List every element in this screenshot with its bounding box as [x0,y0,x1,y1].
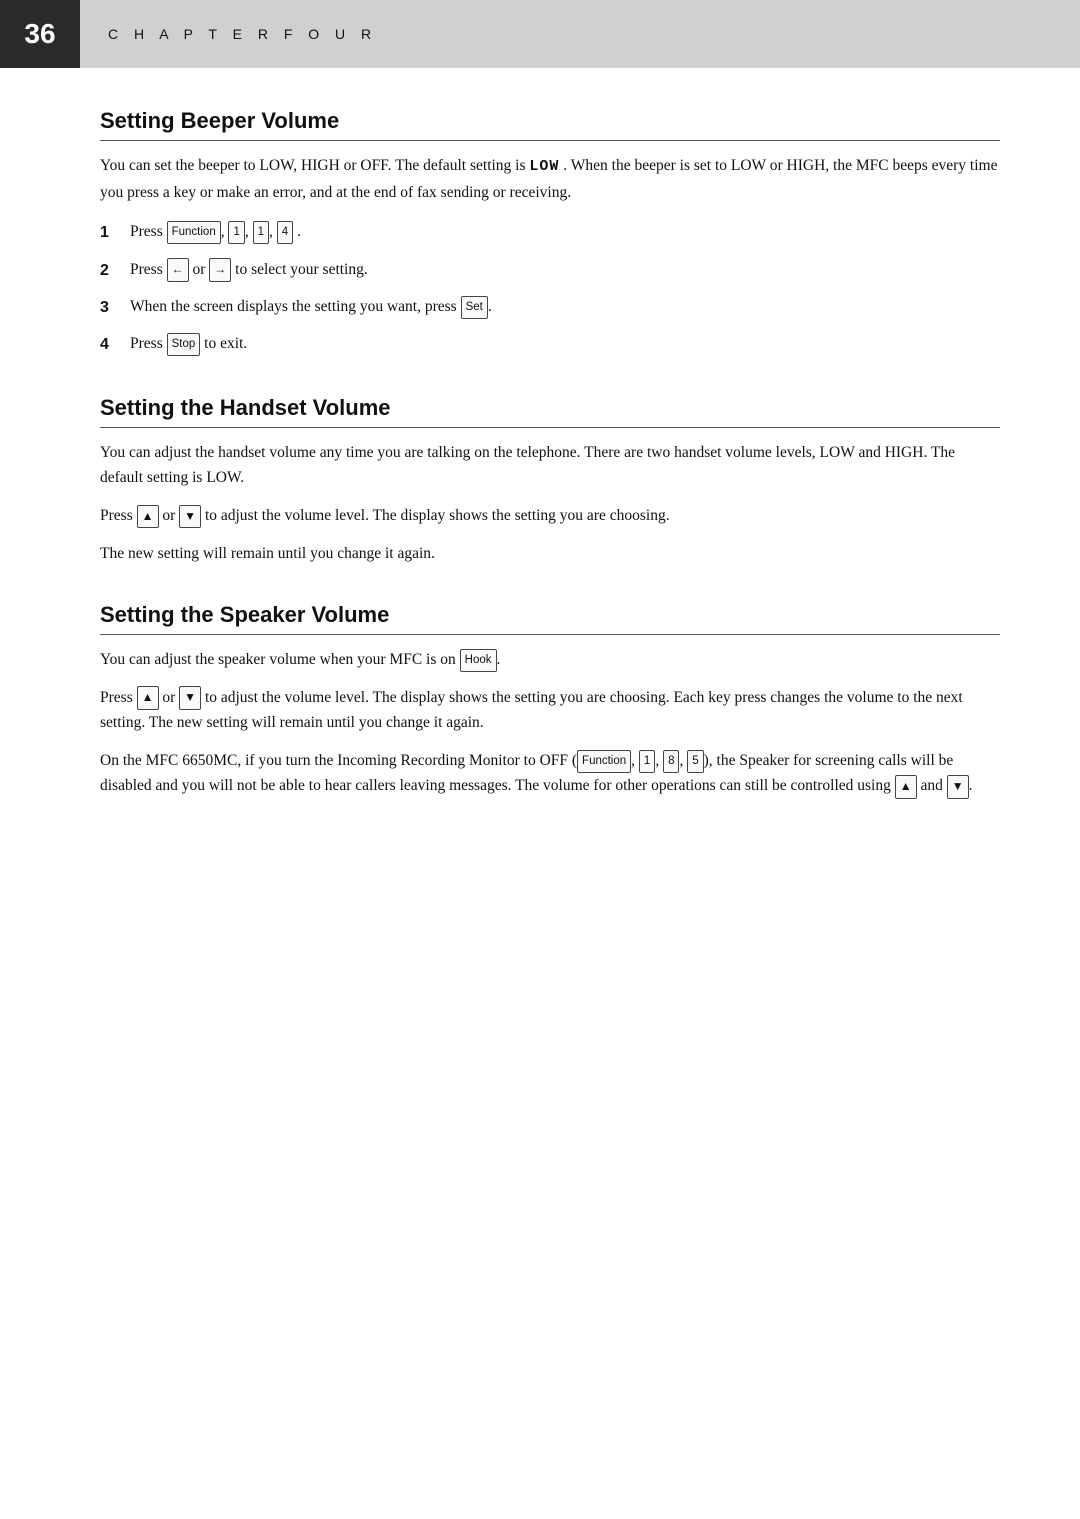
beeper-steps: 1 Press Function, 1, 1, 4 . 2 Press ← or… [100,219,1000,359]
handset-para-2: Press ▲ or ▼ to adjust the volume level.… [100,503,1000,529]
up-arrow-btn-s2: ▲ [895,775,917,799]
down-arrow-btn-s2: ▼ [947,775,969,799]
content-area: Setting Beeper Volume You can set the be… [0,68,1080,895]
and-text: and [921,777,947,794]
step-4: 4 Press Stop to exit. [100,331,1000,358]
function-key-2: Function [577,750,631,773]
hook-key: Hook [460,649,497,672]
chapter-number-text: 36 [24,18,55,50]
step-num-3: 3 [100,294,130,321]
step-4-content: Press Stop to exit. [130,331,247,357]
page: 36 C H A P T E R F O U R Setting Beeper … [0,0,1080,1519]
set-key: Set [461,296,488,319]
key-1c: 1 [639,750,655,773]
beeper-body: You can set the beeper to LOW, HIGH or O… [100,153,1000,359]
speaker-para-1: You can adjust the speaker volume when y… [100,647,1000,673]
step-1-content: Press Function, 1, 1, 4 . [130,219,301,245]
section-beeper: Setting Beeper Volume You can set the be… [100,108,1000,359]
step-1: 1 Press Function, 1, 1, 4 . [100,219,1000,246]
step-2-content: Press ← or → to select your setting. [130,257,368,283]
speaker-para-3: On the MFC 6650MC, if you turn the Incom… [100,748,1000,799]
handset-title: Setting the Handset Volume [100,395,1000,428]
function-key: Function [167,221,221,244]
down-arrow-btn-h: ▼ [179,505,201,529]
header-bar: 36 C H A P T E R F O U R [0,0,1080,68]
beeper-intro: You can set the beeper to LOW, HIGH or O… [100,153,1000,205]
speaker-para-2: Press ▲ or ▼ to adjust the volume level.… [100,685,1000,736]
right-arrow-btn: → [209,258,231,282]
left-arrow-btn: ← [167,258,189,282]
beeper-title: Setting Beeper Volume [100,108,1000,141]
step-num-2: 2 [100,257,130,284]
key-1b: 1 [253,221,269,244]
key-1a: 1 [228,221,244,244]
step-3: 3 When the screen displays the setting y… [100,294,1000,321]
step-3-content: When the screen displays the setting you… [130,294,492,320]
step-num-1: 1 [100,219,130,246]
key-8: 8 [663,750,679,773]
handset-para-1: You can adjust the handset volume any ti… [100,440,1000,491]
stop-key: Stop [167,333,201,356]
section-handset: Setting the Handset Volume You can adjus… [100,395,1000,566]
up-arrow-btn-h: ▲ [137,505,159,529]
key-4: 4 [277,221,293,244]
handset-body: You can adjust the handset volume any ti… [100,440,1000,566]
chapter-label: C H A P T E R F O U R [108,26,377,42]
chapter-number: 36 [0,0,80,68]
speaker-title: Setting the Speaker Volume [100,602,1000,635]
up-arrow-btn-s: ▲ [137,686,159,710]
step-2: 2 Press ← or → to select your setting. [100,257,1000,284]
step-num-4: 4 [100,331,130,358]
speaker-body: You can adjust the speaker volume when y… [100,647,1000,799]
handset-para-3: The new setting will remain until you ch… [100,541,1000,567]
key-5: 5 [687,750,703,773]
low-key: LOW [529,158,559,175]
down-arrow-btn-s: ▼ [179,686,201,710]
section-speaker: Setting the Speaker Volume You can adjus… [100,602,1000,799]
